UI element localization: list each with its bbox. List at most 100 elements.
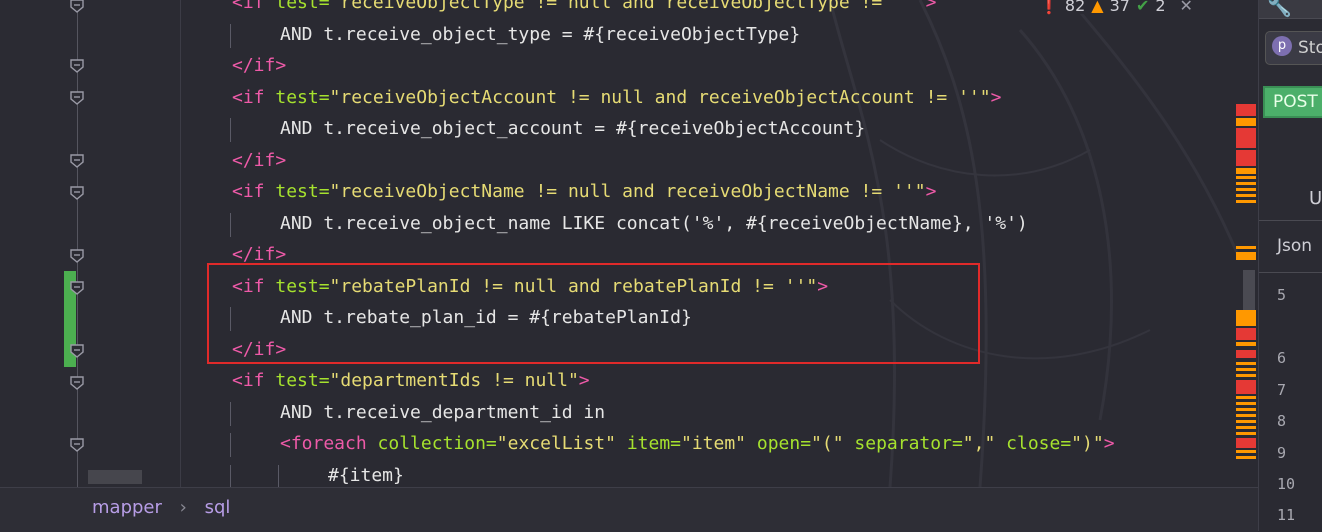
indent-guide [230,212,231,237]
stripe-marker[interactable] [1236,194,1256,197]
code-token: <if [232,0,276,13]
stripe-marker[interactable] [1236,150,1256,166]
fold-toggle-icon[interactable] [69,90,85,105]
code-line[interactable]: </if> [232,51,286,81]
stripe-marker[interactable] [1236,414,1256,417]
stripe-marker[interactable] [1236,420,1256,423]
code-token: "excelList" [496,433,627,454]
url-label: U [1309,188,1322,209]
code-line[interactable]: AND t.receive_object_type = #{receiveObj… [280,20,800,50]
code-editor[interactable]: <if test="receiveObjectType != null and … [0,0,1258,487]
code-line[interactable]: </if> [232,146,286,176]
code-line[interactable]: <foreach collection="excelList" item="it… [280,429,1115,459]
chevron-right-icon: › [179,497,187,518]
inspection-widget[interactable]: ❗ 82 ▲ 37 ✔ 2 ✕ [1035,0,1193,14]
stripe-marker[interactable] [1236,118,1256,126]
vertical-scroll-thumb[interactable] [1243,270,1255,310]
stripe-marker[interactable] [1236,350,1256,358]
stripe-marker[interactable] [1236,252,1256,260]
stripe-marker[interactable] [1236,188,1256,191]
stripe-marker[interactable] [1236,432,1256,435]
code-token: "receiveObjectName != null and receiveOb… [329,181,926,202]
code-token: > [925,181,937,202]
fold-toggle-icon[interactable] [69,185,85,200]
breadcrumb-mapper[interactable]: mapper [92,497,162,518]
code-token: test= [275,0,330,13]
check-icon: ✔ [1135,0,1150,15]
code-token: <if [232,181,276,202]
code-token: "receiveObjectType != null and receiveOb… [329,0,926,13]
stripe-marker[interactable] [1236,182,1256,185]
wrench-icon[interactable]: 🔧 [1267,0,1292,18]
stripe-marker[interactable] [1236,310,1256,326]
store-button-label: Sto [1298,38,1322,58]
stripe-marker[interactable] [1236,402,1256,405]
warning-icon: ▲ [1091,0,1104,15]
horizontal-scroll-thumb[interactable] [88,470,142,484]
json-editor[interactable]: 5 6 7 8 9 10 11 [1259,272,1322,531]
fold-toggle-icon[interactable] [69,375,85,390]
store-button[interactable]: p Sto [1265,31,1322,65]
stripe-marker[interactable] [1236,104,1256,116]
fold-toggle-icon[interactable] [69,0,85,13]
code-line[interactable]: <if test="receiveObjectName != null and … [232,177,936,207]
code-token: <foreach [280,433,378,454]
code-line[interactable]: <if test="receiveObjectType != null and … [232,0,936,18]
stripe-marker[interactable] [1236,380,1256,394]
indent-guide [230,401,231,426]
method-post-button[interactable]: POST [1263,86,1322,118]
code-token: > [925,0,937,13]
stripe-marker[interactable] [1236,362,1256,365]
close-icon[interactable]: ✕ [1180,0,1193,14]
divider [1259,18,1322,19]
code-line[interactable]: <if test="departmentIds != null"> [232,366,590,396]
stripe-marker[interactable] [1236,246,1256,249]
stripe-marker[interactable] [1236,374,1256,377]
code-token: close= [1006,433,1072,454]
stripe-marker[interactable] [1236,450,1256,453]
stripe-marker[interactable] [1236,200,1256,203]
code-token: <if [232,86,276,108]
code-token: AND t.receive_object_type = #{receiveObj… [280,23,801,45]
stripe-marker[interactable] [1236,396,1256,399]
stripe-marker[interactable] [1236,176,1256,179]
code-line[interactable]: #{item} [328,461,404,488]
breadcrumb-sql[interactable]: sql [205,497,231,518]
stripe-marker[interactable] [1236,128,1256,148]
code-line[interactable]: AND t.receive_object_name LIKE concat('%… [280,209,1028,239]
code-token: > [1103,433,1115,454]
code-token: test= [275,370,330,391]
code-token: #{item} [328,464,404,486]
stripe-marker[interactable] [1236,168,1256,174]
code-line[interactable]: AND t.receive_department_id in [280,398,605,428]
stripe-marker[interactable] [1236,456,1256,459]
code-token: separator= [854,433,963,454]
indent-guide [278,464,279,487]
stripe-marker[interactable] [1236,408,1256,411]
indent-guide [230,433,231,457]
stripe-marker[interactable] [1236,368,1256,371]
fold-toggle-icon[interactable] [69,153,85,168]
code-token: AND t.receive_object_account = #{receive… [280,118,866,139]
fold-toggle-icon[interactable] [69,248,85,263]
code-token: </if> [232,55,287,76]
stripe-marker[interactable] [1236,426,1256,429]
line-number: 7 [1277,381,1287,399]
code-token: open= [756,433,812,454]
stripe-marker[interactable] [1236,342,1256,346]
breadcrumb: mapper › sql [92,497,230,518]
line-number: 10 [1277,475,1296,493]
fold-toggle-icon[interactable] [69,280,85,295]
code-token: AND t.receive_object_name LIKE concat('%… [280,212,1028,234]
fold-toggle-icon[interactable] [69,58,85,73]
code-token: <if [232,370,276,391]
fold-toggle-icon[interactable] [69,343,85,358]
stripe-marker[interactable] [1236,328,1256,340]
tab-json[interactable]: Json [1277,236,1312,256]
code-token: test= [275,181,330,202]
code-token: item= [626,433,681,454]
code-line[interactable]: <if test="receiveObjectAccount != null a… [232,83,1001,113]
fold-toggle-icon[interactable] [69,437,85,452]
code-line[interactable]: AND t.receive_object_account = #{receive… [280,114,865,144]
stripe-marker[interactable] [1236,438,1256,448]
